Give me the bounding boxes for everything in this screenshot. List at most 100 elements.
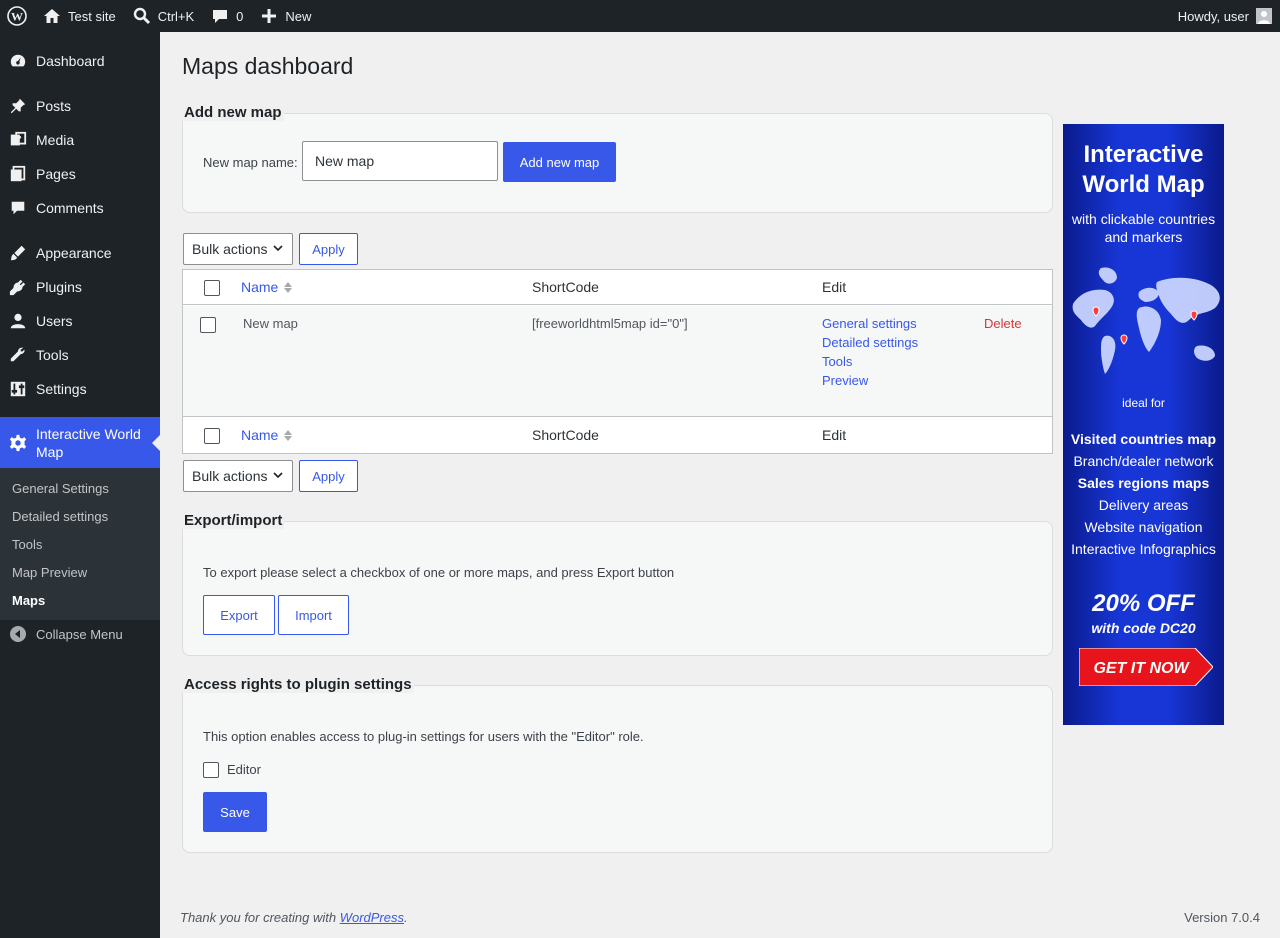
comments-count: 0 [236,8,244,24]
save-button[interactable]: Save [203,792,267,832]
map-name: New map [243,316,298,331]
access-rights-legend: Access rights to plugin settings [182,676,414,693]
editor-checkbox[interactable] [203,762,219,778]
collapse-icon [10,626,26,642]
dashboard-icon [0,52,36,70]
delete-link[interactable]: Delete [984,316,1022,331]
home-icon [42,6,62,26]
banner-discount: 20% OFF [1092,590,1195,617]
export-help-text: To export please select a checkbox of on… [203,565,675,580]
account-menu[interactable]: Howdy, user [1170,0,1280,32]
shortcode-column-header: ShortCode [532,279,599,295]
submenu-map-preview[interactable]: Map Preview [12,565,87,580]
bulk-actions-select-top[interactable]: Bulk actions [183,233,293,265]
sidebar-item-users[interactable]: Users [0,306,160,336]
sidebar-item-posts[interactable]: Posts [0,91,160,121]
admin-bar: W Test site Ctrl+K 0 New Howdy, user [0,0,1280,32]
banner-code: with code DC20 [1091,620,1196,636]
promo-banner[interactable]: Interactive World Map with clickable cou… [1063,124,1224,725]
chevron-down-icon [272,241,284,257]
new-map-name-input[interactable]: New map [302,141,498,181]
detailed-settings-link[interactable]: Detailed settings [822,335,918,350]
site-name: Test site [68,8,116,24]
select-all-checkbox-bottom[interactable] [204,428,220,444]
cta-label: GET IT NOW [1093,660,1190,677]
wordpress-logo-icon[interactable]: W [0,0,34,32]
sort-icon [284,429,293,441]
command-palette-button[interactable]: Ctrl+K [124,0,202,32]
footer-version: Version 7.0.4 [1184,910,1260,925]
banner-title: Interactive World Map [1082,141,1205,198]
get-it-now-button[interactable]: GET IT NOW [1079,648,1213,686]
plus-icon [259,6,279,26]
edit-column-header: Edit [822,279,847,295]
banner-subtitle: with clickable countries and markers [1071,211,1216,245]
submenu-detailed-settings[interactable]: Detailed settings [12,509,108,524]
row-checkbox[interactable] [200,317,216,333]
preview-link[interactable]: Preview [822,373,868,388]
export-import-legend: Export/import [182,512,285,529]
settings-icon [0,380,36,398]
import-button[interactable]: Import [278,595,349,635]
sidebar-item-pages[interactable]: Pages [0,159,160,189]
sidebar-item-media[interactable]: Media [0,125,160,155]
site-name-link[interactable]: Test site [34,0,124,32]
collapse-menu-button[interactable]: Collapse Menu [0,626,123,642]
greeting: Howdy, user [1177,8,1249,24]
media-icon [0,131,36,149]
plugin-icon [0,278,36,296]
comment-icon [0,199,36,217]
access-help-text: This option enables access to plug-in se… [203,729,644,744]
add-new-map-button[interactable]: Add new map [503,142,616,182]
name-column-footer[interactable]: Name [241,427,293,443]
submenu-maps[interactable]: Maps [12,593,45,608]
pages-icon [0,165,36,183]
submenu-tools[interactable]: Tools [12,537,42,552]
new-label: New [285,8,312,24]
new-map-label: New map name: [203,155,298,170]
select-all-checkbox-top[interactable] [204,280,220,296]
admin-sidebar: Dashboard Posts Media Pages Comments App… [0,32,160,938]
sort-icon [284,281,293,293]
sidebar-item-settings[interactable]: Settings [0,374,160,404]
gear-icon [0,434,36,452]
maps-table: Name ShortCode Edit New map [freeworldht… [182,269,1053,454]
shortcode-column-footer: ShortCode [532,427,599,443]
sidebar-item-comments[interactable]: Comments [0,193,160,223]
banner-uses-list: Visited countries map Branch/dealer netw… [1070,431,1217,557]
submenu: General Settings Detailed settings Tools… [0,468,160,620]
bulk-actions-select-bottom[interactable]: Bulk actions [183,460,293,492]
sidebar-item-tools[interactable]: Tools [0,340,160,370]
submenu-general-settings[interactable]: General Settings [12,481,109,496]
tools-link[interactable]: Tools [822,354,852,369]
sidebar-item-plugins[interactable]: Plugins [0,272,160,302]
wordpress-link[interactable]: WordPress [340,910,404,925]
pin-icon [0,97,36,115]
apply-button-bottom[interactable]: Apply [299,460,358,492]
user-icon [0,312,36,330]
page-title: Maps dashboard [182,53,354,79]
table-header [183,270,1052,305]
current-menu-arrow [152,434,160,451]
sidebar-item-appearance[interactable]: Appearance [0,238,160,268]
comment-icon [210,6,230,26]
apply-button-top[interactable]: Apply [299,233,358,265]
comments-link[interactable]: 0 [202,0,251,32]
chevron-down-icon [272,468,284,484]
edit-column-footer: Edit [822,427,847,443]
export-import-section [182,521,1053,656]
name-column-header[interactable]: Name [241,279,293,295]
avatar [1256,8,1272,24]
search-icon [132,6,152,26]
general-settings-link[interactable]: General settings [822,316,917,331]
new-content-link[interactable]: New [251,0,319,32]
footer-thanks: Thank you for creating with WordPress. [180,910,408,925]
access-rights-section [182,685,1053,853]
export-button[interactable]: Export [203,595,275,635]
banner-ideal-for: ideal for [1122,396,1165,410]
map-shortcode: [freeworldhtml5map id="0"] [532,316,688,331]
sidebar-item-dashboard[interactable]: Dashboard [0,46,160,76]
search-shortcut: Ctrl+K [157,8,195,24]
sidebar-item-interactive-world-map[interactable]: Interactive World Map [0,417,160,468]
wrench-icon [0,346,36,364]
